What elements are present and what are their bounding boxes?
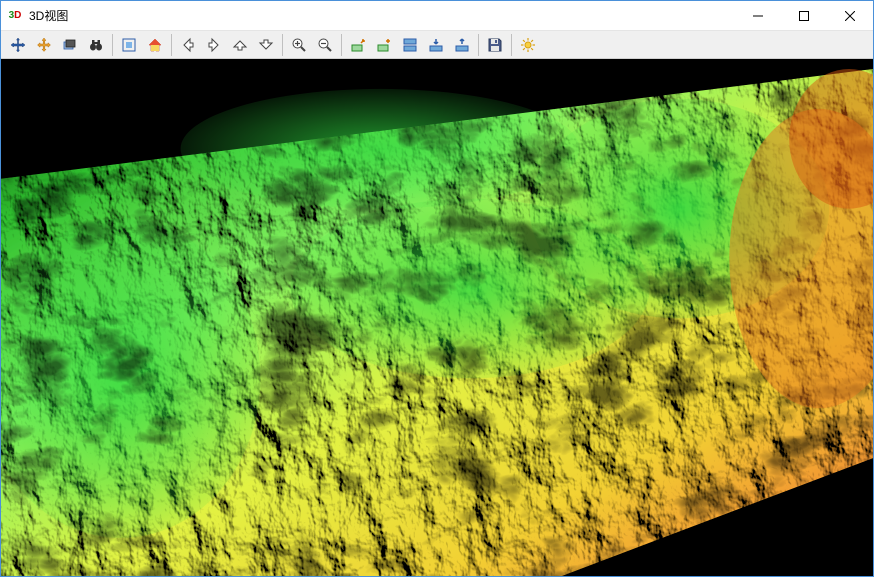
save-button[interactable] [483, 33, 507, 57]
home-button[interactable] [143, 33, 167, 57]
rotate-icon [36, 37, 52, 53]
minimize-button[interactable] [735, 1, 781, 30]
window-controls [735, 1, 873, 30]
app-icon: 3D [7, 8, 23, 24]
layer-manage-icon [402, 37, 418, 53]
pan-tool-button[interactable] [6, 33, 30, 57]
zoom-out-button[interactable] [313, 33, 337, 57]
toolbar-separator [282, 34, 283, 56]
layer-manage-button[interactable] [398, 33, 422, 57]
find-tool-button[interactable] [84, 33, 108, 57]
toolbar-separator [478, 34, 479, 56]
layer-lower-button[interactable] [424, 33, 448, 57]
layer-move-icon [454, 37, 470, 53]
zoom-in-icon [291, 37, 307, 53]
nav-up-button[interactable] [228, 33, 252, 57]
arrow-down-icon [258, 37, 274, 53]
title-bar: 3D 3D视图 [1, 1, 873, 31]
settings-button[interactable] [516, 33, 540, 57]
toolbar [1, 31, 873, 59]
zoom-in-button[interactable] [287, 33, 311, 57]
layer-move-button[interactable] [450, 33, 474, 57]
layer-raise-button[interactable] [346, 33, 370, 57]
identify-icon [62, 37, 78, 53]
arrow-left-icon [180, 37, 196, 53]
nav-right-button[interactable] [202, 33, 226, 57]
toolbar-separator [341, 34, 342, 56]
save-icon [487, 37, 503, 53]
toolbar-separator [112, 34, 113, 56]
window-title: 3D视图 [29, 7, 68, 24]
layer-down-icon [428, 37, 444, 53]
3d-viewport[interactable] [1, 59, 873, 576]
arrow-up-icon [232, 37, 248, 53]
rotate-tool-button[interactable] [32, 33, 56, 57]
nav-down-button[interactable] [254, 33, 278, 57]
home-icon [147, 37, 163, 53]
full-extent-button[interactable] [117, 33, 141, 57]
maximize-button[interactable] [781, 1, 827, 30]
arrow-right-icon [206, 37, 222, 53]
toolbar-separator [511, 34, 512, 56]
toolbar-separator [171, 34, 172, 56]
sun-gear-icon [520, 37, 536, 53]
full-extent-icon [121, 37, 137, 53]
identify-tool-button[interactable] [58, 33, 82, 57]
binoculars-icon [88, 37, 104, 53]
layer-up-icon [350, 37, 366, 53]
terrain-render [1, 59, 873, 576]
pan-icon [10, 37, 26, 53]
zoom-out-icon [317, 37, 333, 53]
nav-left-button[interactable] [176, 33, 200, 57]
layer-add-button[interactable] [372, 33, 396, 57]
layer-add-icon [376, 37, 392, 53]
close-button[interactable] [827, 1, 873, 30]
